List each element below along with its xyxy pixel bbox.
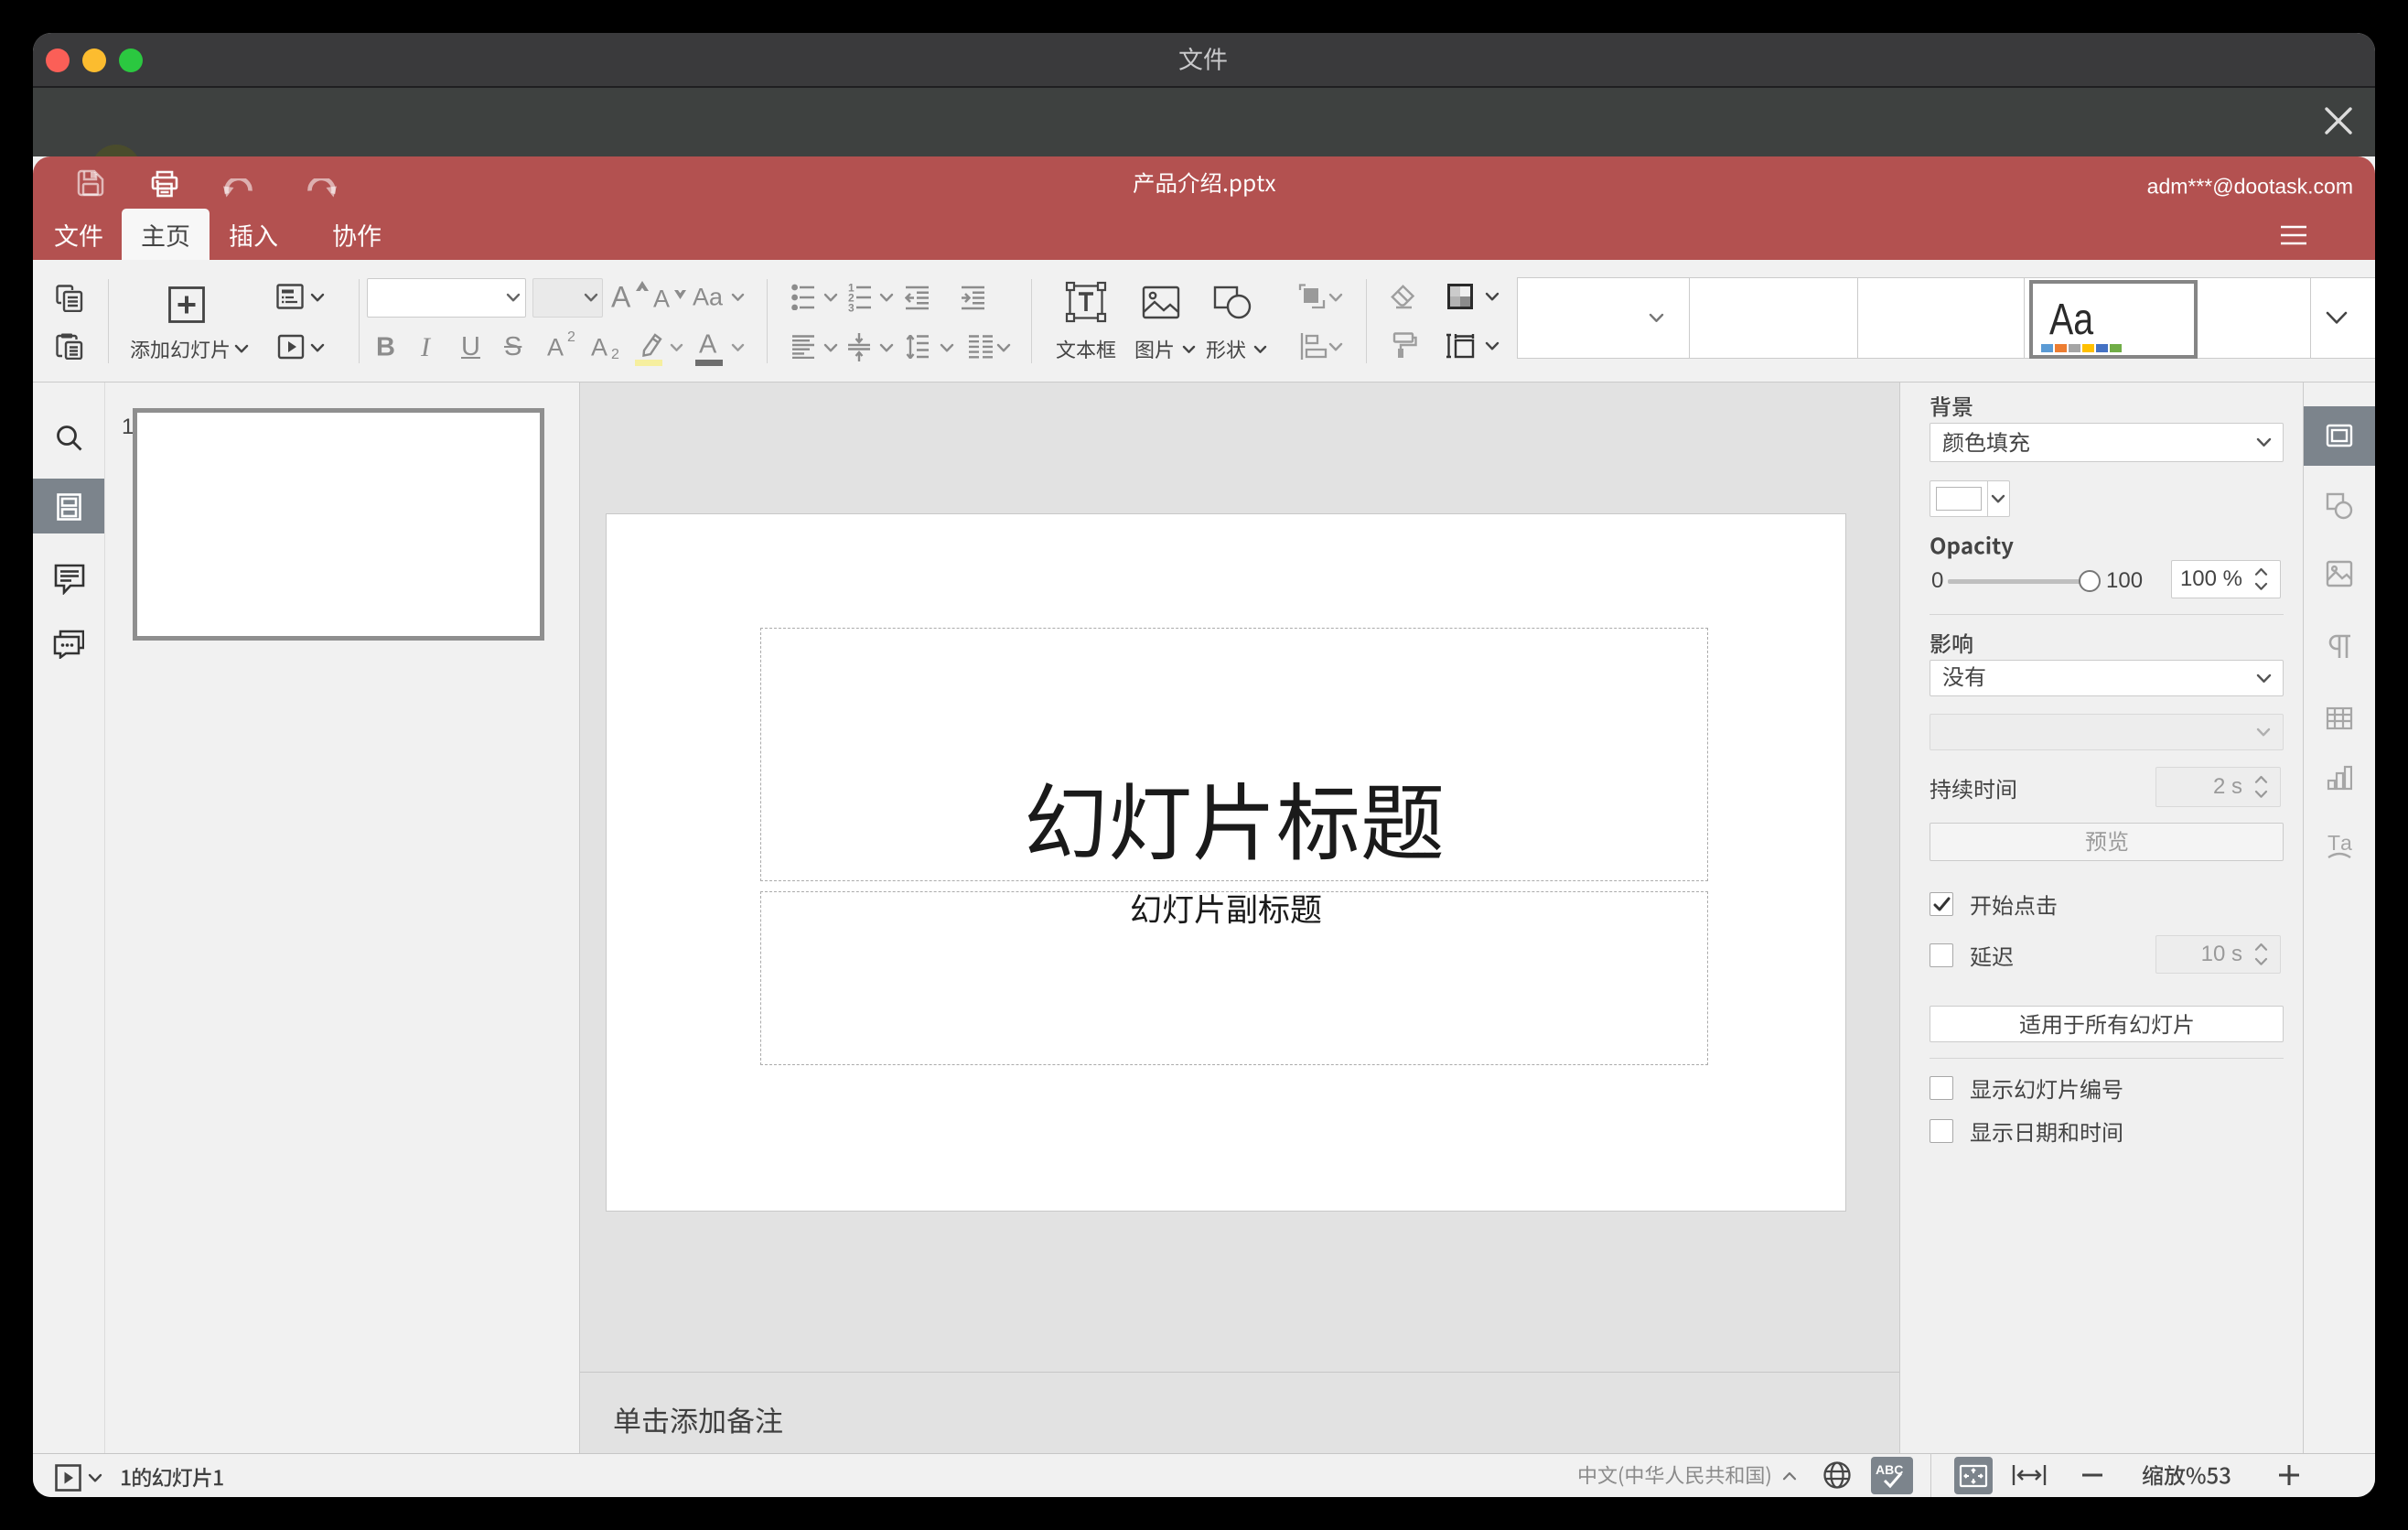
svg-text:T: T (2327, 831, 2340, 855)
svg-text:a: a (2340, 831, 2352, 855)
svg-text:3: 3 (848, 302, 855, 313)
